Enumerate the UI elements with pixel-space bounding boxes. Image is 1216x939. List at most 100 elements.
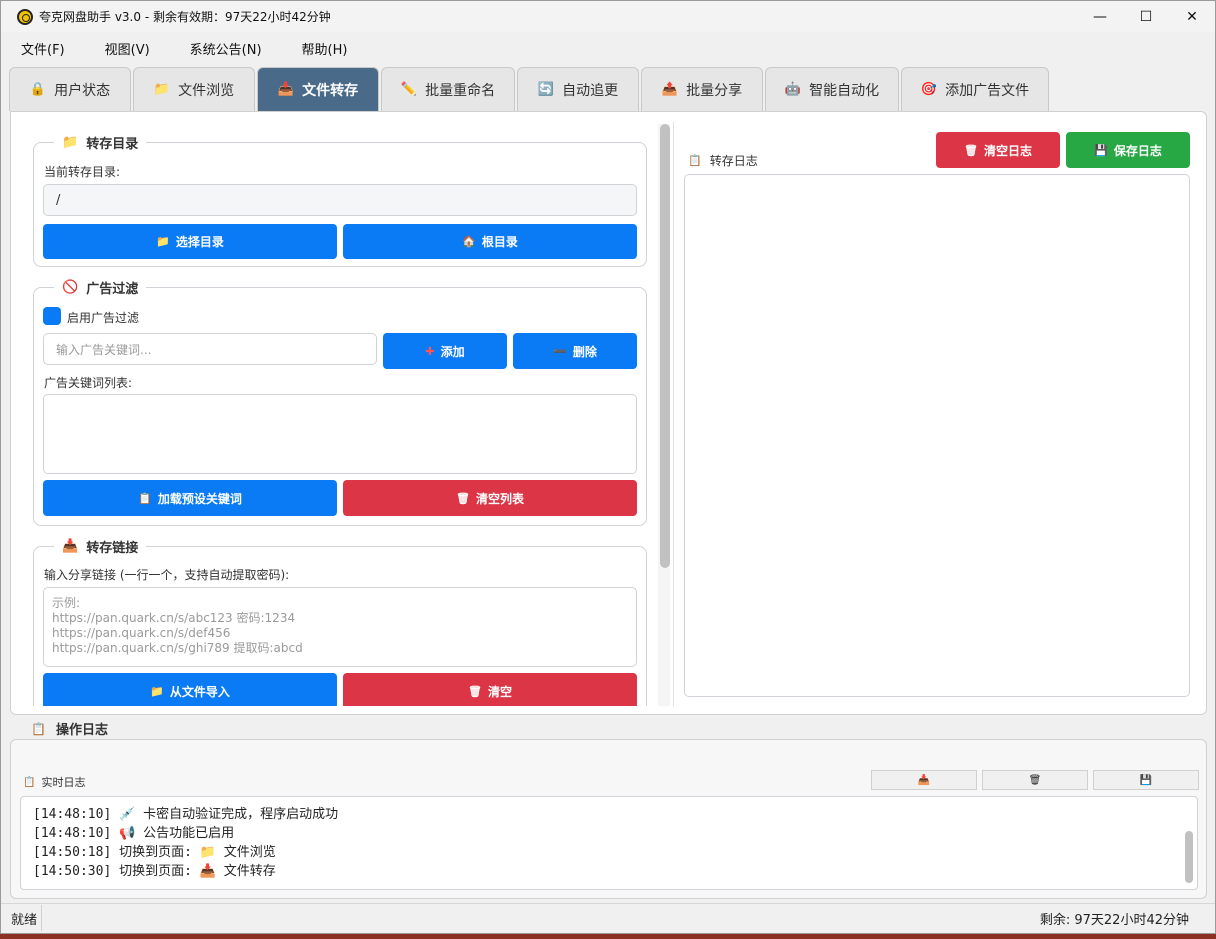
tab-batch-share[interactable]: 📤 批量分享 [641, 67, 763, 111]
clear-log-button[interactable]: 🗑 清空日志 [936, 132, 1060, 168]
current-dir-field[interactable]: / [43, 184, 637, 216]
save-log-button[interactable]: 💾 保存日志 [1066, 132, 1190, 168]
transfer-link-group: 📥 转存链接 输入分享链接 (一行一个，支持自动提取密码): 示例: https… [33, 537, 647, 706]
placeholder-line: https://pan.quark.cn/s/def456 [52, 626, 231, 640]
status-remaining: 剩余: 97天22小时42分钟 [1039, 913, 1189, 928]
transfer-log-header: 📋 转存日志 [688, 152, 758, 169]
ad-filter-title: 广告过滤 [86, 282, 139, 297]
select-dir-label: 选择目录 [175, 235, 224, 249]
tab-label: 智能自动化 [809, 82, 880, 99]
menu-bar: 文件(F) 视图(V) 系统公告(N) 帮助(H) [1, 34, 1215, 62]
ad-keyword-placeholder: 输入广告关键词... [56, 342, 152, 357]
close-button[interactable]: ✕ [1169, 1, 1215, 32]
clipboard-icon: 📋 [688, 154, 702, 167]
enable-ad-filter-checkbox[interactable] [43, 307, 61, 325]
keyword-list-label: 广告关键词列表: [44, 376, 133, 390]
menu-help[interactable]: 帮助(H) [294, 36, 356, 61]
clipboard-icon: 📋 [23, 776, 36, 788]
transfer-log-column: 📋 转存日志 🗑 清空日志 💾 保存日志 [673, 122, 1199, 706]
ad-filter-group: 🚫 广告过滤 启用广告过滤 输入广告关键词... ✚ 添加 ➖ 删除 广告关键词… [33, 278, 647, 526]
window-controls: — ☐ ✕ [1077, 1, 1215, 32]
outbox-tray-icon: 📤 [661, 82, 679, 97]
tab-batch-rename[interactable]: ✏️ 批量重命名 [381, 67, 515, 111]
transfer-page: 📁 转存目录 当前转存目录: / 📁 选择目录 🏠 根目录 🚫 广告过滤 启用广… [10, 111, 1207, 715]
status-separator [41, 905, 42, 931]
tab-label: 文件浏览 [178, 82, 235, 99]
root-dir-label: 根目录 [481, 235, 518, 249]
clear-keyword-list-button[interactable]: 🗑 清空列表 [343, 480, 637, 516]
left-scrollbar[interactable] [658, 124, 670, 706]
tab-auto-update[interactable]: 🔄 自动追更 [517, 67, 639, 111]
ad-keyword-input[interactable]: 输入广告关键词... [43, 333, 377, 365]
select-dir-button[interactable]: 📁 选择目录 [43, 224, 337, 259]
delete-keyword-button[interactable]: ➖ 删除 [513, 333, 637, 369]
clear-links-label: 清空 [487, 684, 512, 699]
console-scrollbar[interactable] [1185, 805, 1193, 883]
status-bar: 就绪 剩余: 97天22小时42分钟 [1, 903, 1215, 933]
trash-icon: 🗑 [468, 684, 482, 698]
menu-view[interactable]: 视图(V) [97, 36, 158, 61]
realtime-log-header: 📋 实时日志 [23, 774, 85, 790]
transfer-dir-group: 📁 转存目录 当前转存目录: / 📁 选择目录 🏠 根目录 [33, 133, 647, 267]
share-links-textarea[interactable]: 示例: https://pan.quark.cn/s/abc123 密码:123… [43, 587, 637, 667]
current-dir-value: / [56, 192, 61, 208]
realtime-log-console[interactable]: [14:48:10] 💉 卡密自动验证完成，程序启动成功 [14:48:10] … [20, 796, 1198, 890]
tab-user-status[interactable]: 🔒 用户状态 [9, 67, 131, 111]
tab-add-ad-file[interactable]: 🎯 添加广告文件 [901, 67, 1049, 111]
link-input-label: 输入分享链接 (一行一个，支持自动提取密码): [44, 568, 290, 582]
folder-icon: 📁 [150, 684, 164, 698]
maximize-button[interactable]: ☐ [1123, 1, 1169, 32]
operation-log-title: 操作日志 [55, 723, 108, 738]
pencil-icon: ✏️ [400, 82, 418, 97]
app-window: 夸克网盘助手 v3.0 - 剩余有效期：97天22小时42分钟 — ☐ ✕ 文件… [0, 0, 1216, 934]
menu-file[interactable]: 文件(F) [13, 36, 73, 61]
house-icon: 🏠 [462, 235, 476, 248]
tab-label: 自动追更 [562, 82, 619, 99]
delete-keyword-label: 删除 [572, 344, 597, 359]
load-preset-button[interactable]: 📋 加载预设关键词 [43, 480, 337, 516]
folder-icon: 📁 [156, 235, 170, 248]
minimize-button[interactable]: — [1077, 1, 1123, 32]
tab-file-transfer[interactable]: 📥 文件转存 [257, 67, 379, 111]
trash-icon: 🗑 [456, 491, 470, 505]
tab-file-browse[interactable]: 📁 文件浏览 [133, 67, 255, 111]
status-left: 就绪 [11, 913, 38, 928]
scrollbar-thumb[interactable] [1185, 831, 1193, 883]
export-log-button[interactable]: 📥 [871, 770, 977, 790]
current-dir-label: 当前转存目录: [44, 165, 121, 179]
floppy-disk-icon: 💾 [1139, 774, 1153, 786]
tab-label: 批量重命名 [425, 82, 496, 99]
import-label: 从文件导入 [169, 684, 230, 699]
links-placeholder: 示例: https://pan.quark.cn/s/abc123 密码:123… [52, 596, 303, 656]
save-realtime-log-button[interactable]: 💾 [1093, 770, 1199, 790]
root-dir-button[interactable]: 🏠 根目录 [343, 224, 637, 259]
window-title: 夸克网盘助手 v3.0 - 剩余有效期：97天22小时42分钟 [39, 10, 331, 24]
tab-smart-automation[interactable]: 🤖 智能自动化 [765, 67, 899, 111]
transfer-log-area[interactable] [684, 174, 1190, 697]
tab-bar: 🔒 用户状态 📁 文件浏览 📥 文件转存 ✏️ 批量重命名 🔄 自动追更 📤 批… [9, 67, 1051, 111]
group-title: 📥 转存链接 [54, 537, 147, 556]
save-log-label: 保存日志 [1113, 143, 1162, 158]
minus-icon: ➖ [553, 344, 567, 358]
transfer-link-title: 转存链接 [86, 541, 139, 556]
clear-realtime-log-button[interactable]: 🗑 [982, 770, 1088, 790]
inbox-tray-icon: 📥 [917, 774, 931, 786]
scrollbar-thumb[interactable] [660, 124, 670, 568]
tab-label: 用户状态 [54, 82, 111, 99]
floppy-disk-icon: 💾 [1094, 143, 1108, 157]
log-line: [14:50:30] 切换到页面: 📥 文件转存 [33, 864, 276, 879]
lock-icon: 🔒 [29, 82, 47, 97]
clear-links-button[interactable]: 🗑 清空 [343, 673, 637, 706]
load-preset-label: 加载预设关键词 [157, 491, 242, 506]
menu-announcement[interactable]: 系统公告(N) [182, 36, 270, 61]
import-from-file-button[interactable]: 📁 从文件导入 [43, 673, 337, 706]
add-keyword-button[interactable]: ✚ 添加 [383, 333, 507, 369]
title-bar: 夸克网盘助手 v3.0 - 剩余有效期：97天22小时42分钟 — ☐ ✕ [1, 1, 1215, 32]
folder-icon: 📁 [153, 82, 171, 97]
trash-icon: 🗑 [964, 143, 978, 157]
log-line: [14:48:10] 📢 公告功能已启用 [33, 826, 235, 841]
group-title: 🚫 广告过滤 [54, 278, 147, 297]
group-title: 📁 转存目录 [54, 133, 147, 152]
app-logo-icon [17, 8, 33, 25]
keyword-list[interactable] [43, 394, 637, 474]
